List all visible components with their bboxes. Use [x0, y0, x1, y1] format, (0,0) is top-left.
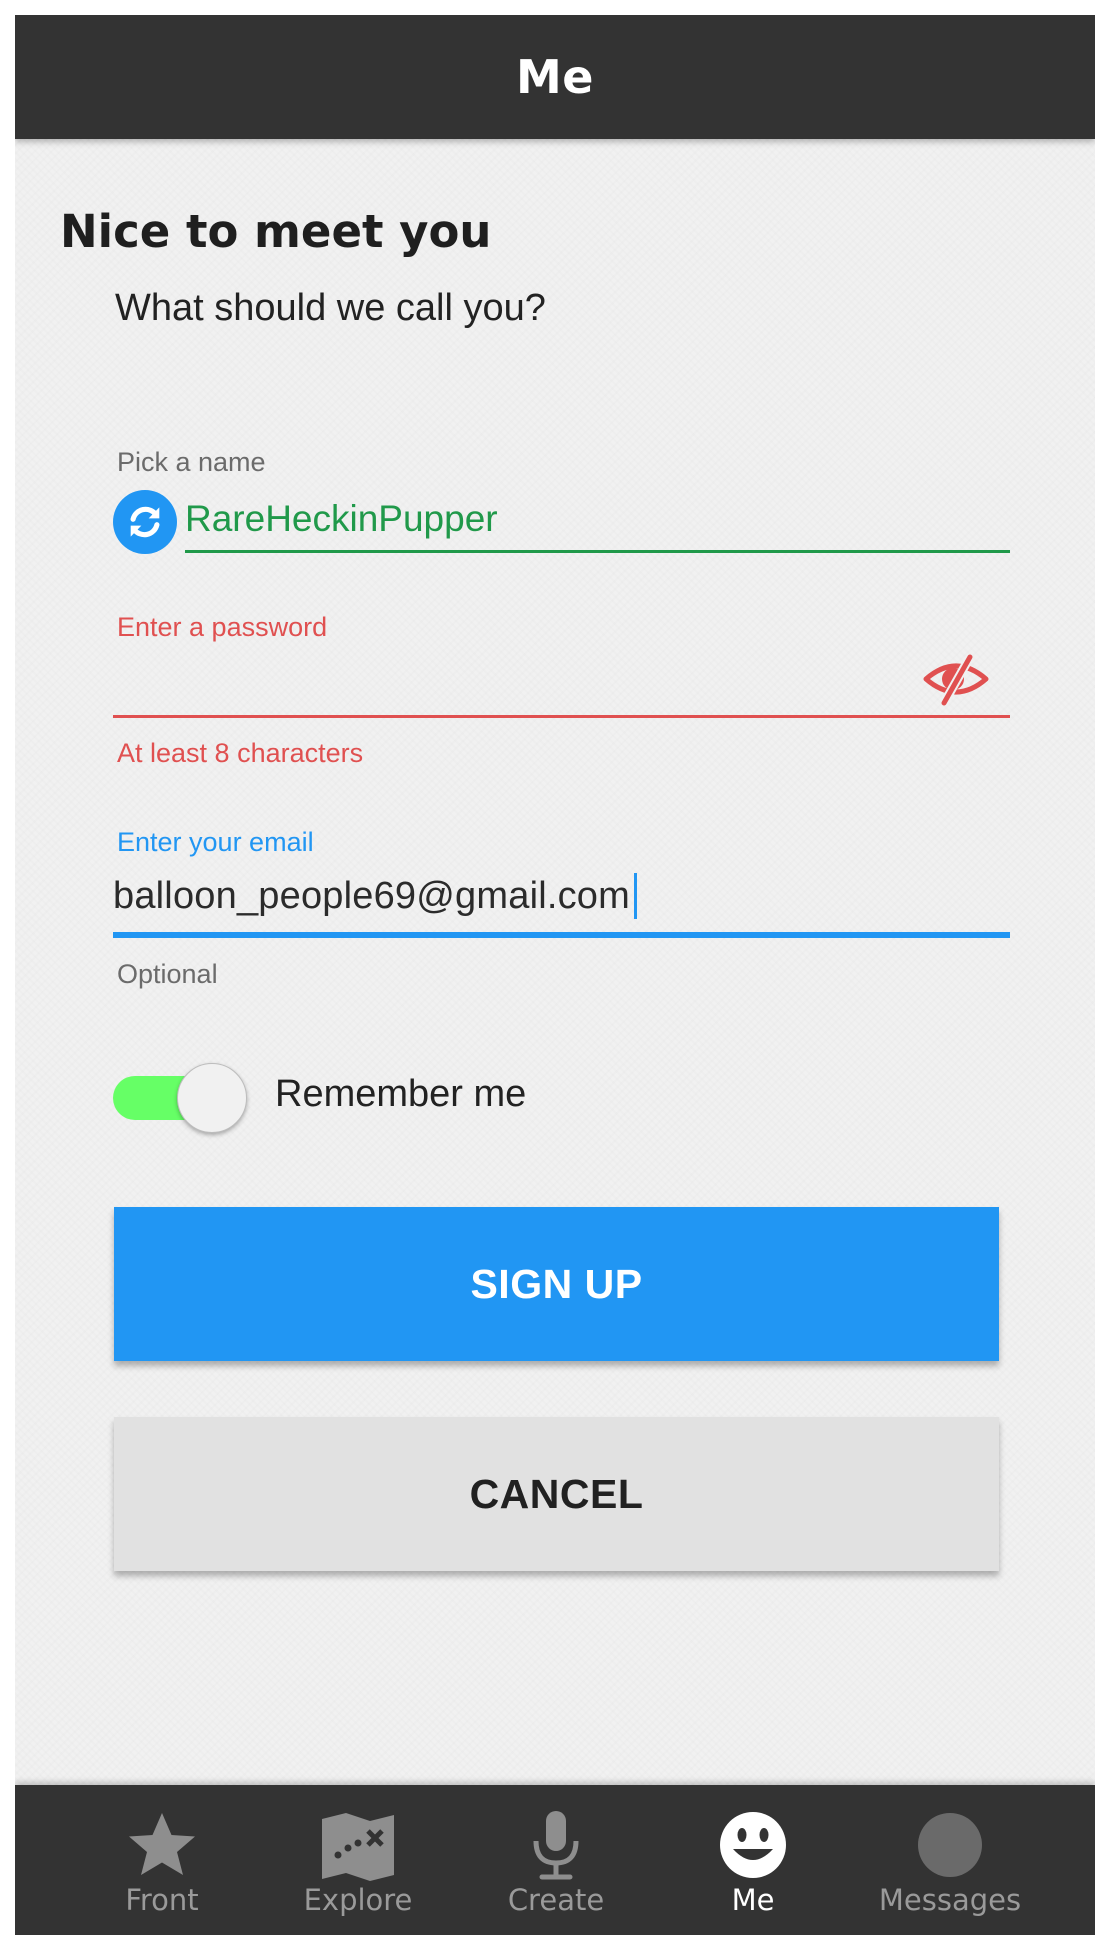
- remember-me-toggle[interactable]: [113, 1063, 247, 1133]
- nav-label-messages: Messages: [878, 1883, 1022, 1917]
- password-helper-text: At least 8 characters: [117, 738, 364, 768]
- app-frame: Me Nice to meet you What should we call …: [15, 15, 1095, 1935]
- email-helper-text: Optional: [117, 959, 218, 989]
- nav-item-explore[interactable]: Explore: [273, 1785, 443, 1935]
- top-app-bar: Me: [15, 15, 1095, 139]
- regenerate-name-button[interactable]: [113, 490, 177, 554]
- nav-item-messages[interactable]: Messages: [865, 1785, 1035, 1935]
- remember-me-label: Remember me: [275, 1073, 527, 1115]
- toggle-knob: [177, 1063, 247, 1133]
- nav-label-create: Create: [507, 1883, 605, 1917]
- name-input[interactable]: [185, 493, 1010, 545]
- star-icon: [129, 1813, 195, 1875]
- nav-label-explore: Explore: [303, 1883, 413, 1917]
- nav-item-me[interactable]: Me: [668, 1785, 838, 1935]
- password-field-label: Enter a password: [117, 612, 328, 642]
- page-title: Me: [516, 50, 594, 104]
- microphone-icon: [533, 1811, 579, 1880]
- password-input[interactable]: [113, 655, 913, 707]
- email-input-value: balloon_people69@gmail.com: [113, 874, 630, 917]
- greeting-heading: Nice to meet you: [60, 205, 492, 258]
- map-icon: [322, 1813, 394, 1881]
- smiley-icon: [720, 1812, 786, 1878]
- nav-label-me: Me: [731, 1883, 775, 1917]
- eye-slash-icon: [923, 654, 989, 706]
- name-prompt: What should we call you?: [115, 287, 546, 329]
- name-field-underline: [185, 550, 1010, 553]
- sign-up-button[interactable]: SIGN UP: [114, 1207, 999, 1361]
- email-input[interactable]: balloon_people69@gmail.com: [113, 868, 1003, 924]
- email-field-label: Enter your email: [117, 827, 314, 857]
- password-field-underline: [113, 715, 1010, 718]
- name-field-label: Pick a name: [117, 447, 266, 477]
- nav-item-front[interactable]: Front: [77, 1785, 247, 1935]
- bottom-nav: Front Explore Create Me Messages: [15, 1785, 1095, 1935]
- refresh-icon: [130, 506, 160, 538]
- nav-item-create[interactable]: Create: [471, 1785, 641, 1935]
- text-caret: [634, 873, 637, 919]
- email-field-underline: [113, 932, 1010, 938]
- messages-icon: [918, 1813, 982, 1877]
- password-visibility-toggle[interactable]: [920, 651, 992, 707]
- nav-label-front: Front: [125, 1883, 199, 1917]
- cancel-button[interactable]: CANCEL: [114, 1417, 999, 1571]
